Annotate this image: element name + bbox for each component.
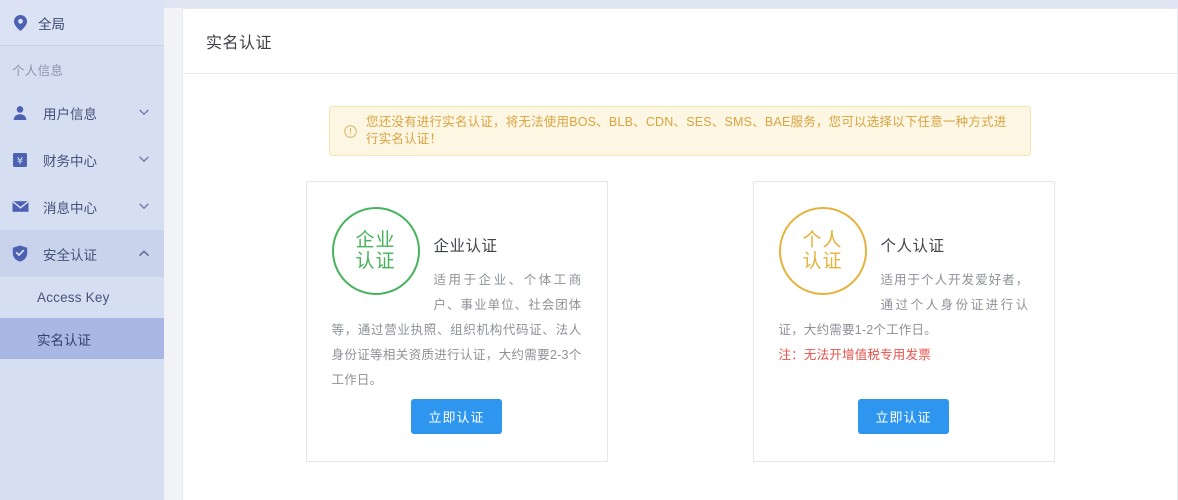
location-pin-icon <box>14 15 27 31</box>
enterprise-verify-now-button[interactable]: 立即认证 <box>411 399 501 434</box>
top-strip <box>164 0 1178 8</box>
page-root: 全局 个人信息 用户信息 ¥ 财务中心 <box>0 0 1178 500</box>
sidebar: 全局 个人信息 用户信息 ¥ 财务中心 <box>0 0 164 500</box>
badge-line-1: 个人 <box>802 230 842 251</box>
envelope-icon <box>12 200 34 213</box>
sidebar-subitem-access-key[interactable]: Access Key <box>0 277 164 318</box>
chevron-up-icon[interactable] <box>138 248 150 260</box>
card-button-row: 立即认证 <box>307 399 607 434</box>
info-circle-icon <box>344 125 357 138</box>
notice-banner: 您还没有进行实名认证，将无法使用BOS、BLB、CDN、SES、SMS、BAE服… <box>329 106 1031 156</box>
sidebar-item-finance-center[interactable]: ¥ 财务中心 <box>0 136 164 183</box>
sidebar-subitem-real-name-auth[interactable]: 实名认证 <box>0 318 164 359</box>
chevron-down-icon[interactable] <box>138 154 150 166</box>
card-button-row: 立即认证 <box>754 399 1054 434</box>
page-title: 实名认证 <box>206 29 272 53</box>
svg-text:¥: ¥ <box>17 156 23 167</box>
sidebar-item-security-auth[interactable]: 安全认证 <box>0 230 164 277</box>
sidebar-subitem-label: Access Key <box>37 290 110 305</box>
enterprise-badge-icon: 企业 认证 <box>332 207 420 295</box>
content-panel: 实名认证 您还没有进行实名认证，将无法使用BOS、BLB、CDN、SES、SMS… <box>182 8 1178 500</box>
sidebar-item-label: 财务中心 <box>43 150 138 170</box>
chevron-down-icon[interactable] <box>138 201 150 213</box>
yen-box-icon: ¥ <box>12 152 34 168</box>
notice-text: 您还没有进行实名认证，将无法使用BOS、BLB、CDN、SES、SMS、BAE服… <box>366 114 1016 148</box>
personal-badge-icon: 个人 认证 <box>779 207 867 295</box>
sidebar-item-message-center[interactable]: 消息中心 <box>0 183 164 230</box>
user-icon <box>12 105 34 121</box>
auth-method-cards: 企业 认证 企业认证 适用于企业、个体工商户、事业单位、社会团体等，通过营业执照… <box>183 181 1177 462</box>
sidebar-item-label: 消息中心 <box>43 197 138 217</box>
sidebar-item-label: 用户信息 <box>43 103 138 123</box>
sidebar-item-user-info[interactable]: 用户信息 <box>0 89 164 136</box>
card-note: 注：无法开增值税专用发票 <box>779 343 1029 368</box>
panel-header: 实名认证 <box>183 9 1177 74</box>
notice-wrapper: 您还没有进行实名认证，将无法使用BOS、BLB、CDN、SES、SMS、BAE服… <box>183 74 1177 156</box>
enterprise-auth-card[interactable]: 企业 认证 企业认证 适用于企业、个体工商户、事业单位、社会团体等，通过营业执照… <box>306 181 608 462</box>
personal-auth-card[interactable]: 个人 认证 个人认证 适用于个人开发爱好者，通过个人身份证进行认证，大约需要1-… <box>753 181 1055 462</box>
main-content: 实名认证 您还没有进行实名认证，将无法使用BOS、BLB、CDN、SES、SMS… <box>164 0 1178 500</box>
sidebar-global-scope[interactable]: 全局 <box>0 0 164 46</box>
personal-verify-now-button[interactable]: 立即认证 <box>858 399 948 434</box>
badge-line-1: 企业 <box>355 230 395 251</box>
badge-line-2: 认证 <box>355 251 395 272</box>
chevron-down-icon[interactable] <box>138 107 150 119</box>
sidebar-global-label: 全局 <box>38 13 65 33</box>
badge-line-2: 认证 <box>802 251 842 272</box>
sidebar-subitem-label: 实名认证 <box>37 329 91 349</box>
sidebar-item-label: 安全认证 <box>43 244 138 264</box>
sidebar-section-title: 个人信息 <box>0 46 164 89</box>
shield-check-icon <box>12 245 34 262</box>
